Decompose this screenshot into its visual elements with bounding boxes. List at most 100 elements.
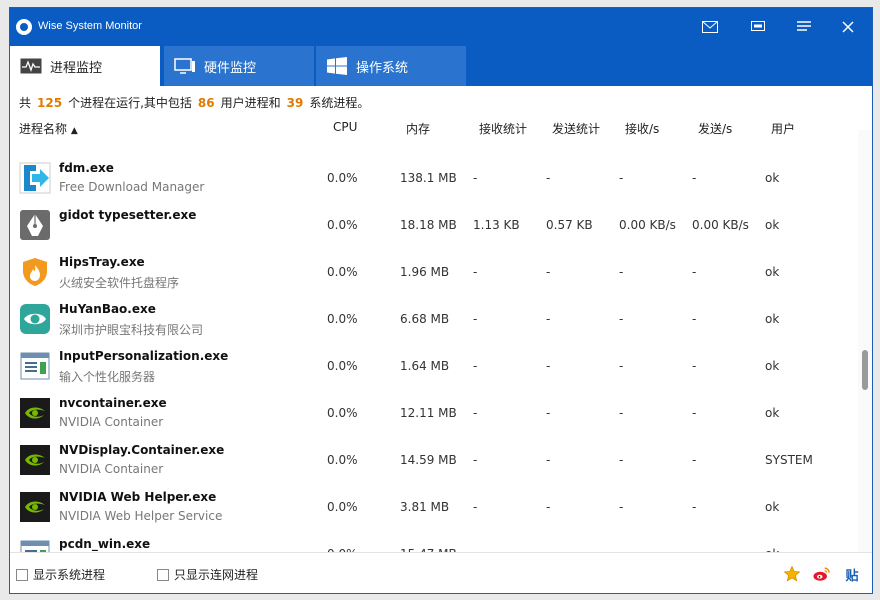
cpu-cell: 0.0% bbox=[327, 500, 358, 514]
window-title: Wise System Monitor bbox=[38, 20, 142, 32]
feedback-mail-button[interactable] bbox=[696, 14, 724, 40]
window-app-icon bbox=[19, 350, 51, 382]
eye-icon bbox=[19, 303, 51, 335]
cpu-cell: 0.0% bbox=[327, 312, 358, 326]
user-cell: SYSTEM bbox=[765, 453, 813, 467]
app-window: Wise System Monitor 进程监控 硬件监控 操作系统 共 125… bbox=[9, 7, 873, 594]
send-rate-cell: - bbox=[692, 171, 697, 185]
title-bar[interactable]: Wise System Monitor bbox=[10, 8, 872, 46]
user-count: 86 bbox=[197, 96, 215, 110]
memory-cell: 6.68 MB bbox=[400, 312, 450, 326]
close-icon bbox=[842, 21, 854, 33]
scroll-thumb[interactable] bbox=[862, 350, 868, 390]
process-name: gidot typesetter.exe bbox=[59, 208, 197, 222]
send-rate-cell: - bbox=[692, 453, 697, 467]
send-rate-cell: - bbox=[692, 500, 697, 514]
process-description: NVIDIA Web Helper Service bbox=[59, 509, 223, 523]
column-send-total[interactable]: 发送统计 bbox=[552, 120, 600, 137]
menu-icon bbox=[797, 21, 811, 31]
tieba-share-button[interactable]: 贴 bbox=[842, 564, 862, 584]
process-list[interactable]: fdm.exe Free Download Manager 0.0% 138.1 MB… bbox=[10, 130, 858, 552]
process-row[interactable]: nvcontainer.exe NVIDIA Container 0.0% 12.11… bbox=[10, 389, 858, 436]
recv-total-cell: - bbox=[473, 406, 478, 420]
recv-rate-cell: 0.00 KB/s bbox=[619, 218, 676, 232]
show-system-checkbox[interactable]: 显示系统进程 bbox=[16, 566, 105, 583]
process-name: NVIDIA Web Helper.exe bbox=[59, 490, 217, 504]
column-memory[interactable]: 内存 bbox=[406, 120, 430, 137]
process-description: 深圳市护眼宝科技有限公司 bbox=[59, 323, 204, 337]
close-button[interactable] bbox=[834, 14, 862, 40]
monitor-icon bbox=[174, 58, 196, 74]
mail-icon bbox=[702, 21, 718, 33]
recv-rate-cell: - bbox=[619, 500, 624, 514]
memory-cell: 1.64 MB bbox=[400, 359, 450, 373]
column-send-rate[interactable]: 发送/s bbox=[698, 120, 732, 137]
send-rate-cell: 0.00 KB/s bbox=[692, 218, 749, 232]
send-total-cell: - bbox=[546, 500, 551, 514]
window-app-icon bbox=[19, 538, 51, 552]
process-row[interactable]: HipsTray.exe 火绒安全软件托盘程序 0.0% 1.96 MB - - - - ok bbox=[10, 248, 858, 295]
column-cpu[interactable]: CPU bbox=[333, 120, 357, 134]
process-name: InputPersonalization.exe bbox=[59, 349, 229, 363]
send-rate-cell: - bbox=[692, 312, 697, 326]
weibo-share-button[interactable] bbox=[812, 564, 832, 584]
tab-label: 操作系统 bbox=[356, 60, 409, 76]
memory-cell: 18.18 MB bbox=[400, 218, 457, 232]
process-row[interactable]: NVDisplay.Container.exe NVIDIA Container 0… bbox=[10, 436, 858, 483]
send-total-cell: - bbox=[546, 359, 551, 373]
process-description: NVIDIA Container bbox=[59, 462, 164, 476]
recv-total-cell: - bbox=[473, 171, 478, 185]
vertical-scrollbar[interactable] bbox=[858, 130, 872, 552]
recv-rate-cell: - bbox=[619, 265, 624, 279]
process-row[interactable]: InputPersonalization.exe 输入个性化服务器 0.0% 1.64… bbox=[10, 342, 858, 389]
nvidia-icon bbox=[19, 444, 51, 476]
memory-cell: 3.81 MB bbox=[400, 500, 450, 514]
send-total-cell: - bbox=[546, 265, 551, 279]
recv-rate-cell: - bbox=[619, 359, 624, 373]
pulse-icon bbox=[20, 58, 42, 74]
send-total-cell: - bbox=[546, 312, 551, 326]
sort-ascending-icon: ▲ bbox=[70, 126, 78, 136]
column-user[interactable]: 用户 bbox=[771, 120, 795, 137]
send-rate-cell: - bbox=[692, 359, 697, 373]
checkbox-box[interactable] bbox=[157, 568, 169, 581]
process-row[interactable]: HuYanBao.exe 深圳市护眼宝科技有限公司 0.0% 6.68 MB - - - - o… bbox=[10, 295, 858, 342]
tab-bar: 进程监控 硬件监控 操作系统 bbox=[10, 46, 872, 86]
star-button[interactable] bbox=[782, 564, 802, 584]
column-recv-total[interactable]: 接收统计 bbox=[479, 120, 527, 137]
cpu-cell: 0.0% bbox=[327, 359, 358, 373]
process-name: HipsTray.exe bbox=[59, 255, 145, 269]
send-rate-cell: - bbox=[692, 406, 697, 420]
process-row[interactable]: pcdn_win.exe0.0%15.47 MB----ok bbox=[10, 530, 858, 552]
recv-total-cell: - bbox=[473, 500, 478, 514]
memory-cell: 1.96 MB bbox=[400, 265, 450, 279]
send-total-cell: - bbox=[546, 406, 551, 420]
process-row[interactable]: fdm.exe Free Download Manager 0.0% 138.1 MB… bbox=[10, 154, 858, 201]
tab-label: 硬件监控 bbox=[204, 60, 257, 76]
tab-process-monitor[interactable]: 进程监控 bbox=[10, 46, 160, 86]
nvidia-icon bbox=[19, 397, 51, 429]
memory-cell: 138.1 MB bbox=[400, 171, 457, 185]
process-summary: 共 125 个进程在运行,其中包括 86 用户进程和 39 系统进程。 bbox=[19, 96, 370, 110]
nvidia-icon bbox=[19, 491, 51, 523]
tab-hardware-monitor[interactable]: 硬件监控 bbox=[164, 46, 314, 86]
skin-button[interactable] bbox=[744, 14, 772, 40]
user-cell: ok bbox=[765, 265, 780, 279]
process-row[interactable]: gidot typesetter.exe 0.0% 18.18 MB 1.13 KB 0… bbox=[10, 201, 858, 248]
cpu-cell: 0.0% bbox=[327, 453, 358, 467]
only-network-checkbox[interactable]: 只显示连网进程 bbox=[157, 566, 258, 583]
recv-rate-cell: - bbox=[619, 453, 624, 467]
process-row[interactable]: NVIDIA Web Helper.exe NVIDIA Web Helper S… bbox=[10, 483, 858, 530]
fdm-icon bbox=[19, 162, 51, 194]
recv-total-cell: 1.13 KB bbox=[473, 218, 520, 232]
column-recv-rate[interactable]: 接收/s bbox=[625, 120, 659, 137]
tab-operating-system[interactable]: 操作系统 bbox=[316, 46, 466, 86]
tab-label: 进程监控 bbox=[50, 60, 103, 76]
cpu-cell: 0.0% bbox=[327, 218, 358, 232]
column-name[interactable]: 进程名称 ▲ bbox=[19, 120, 78, 137]
recv-total-cell: - bbox=[473, 265, 478, 279]
recv-total-cell: - bbox=[473, 312, 478, 326]
user-cell: ok bbox=[765, 312, 780, 326]
menu-button[interactable] bbox=[790, 14, 818, 40]
checkbox-box[interactable] bbox=[16, 568, 28, 581]
